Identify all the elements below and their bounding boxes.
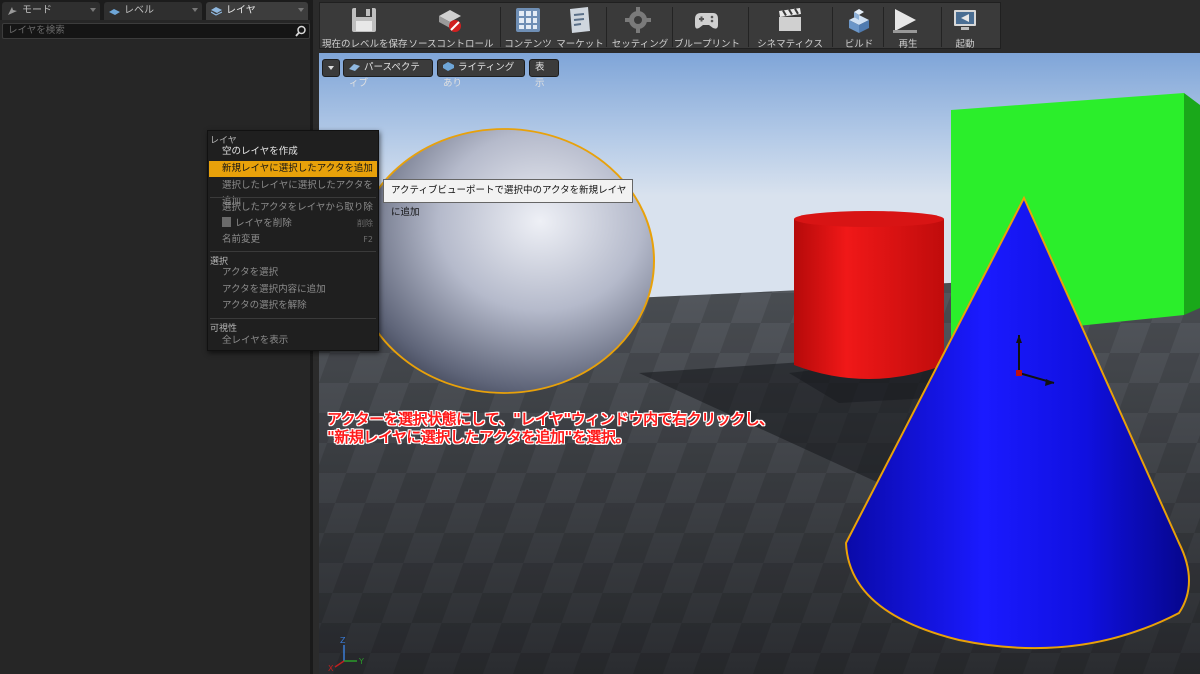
source-control-icon: [439, 10, 461, 32]
settings-icon: [625, 7, 651, 33]
menu-item-add-selected-to-selected-layer[interactable]: 選択したレイヤに選択したアクタを追加: [209, 178, 377, 207]
launch-label: 起動: [955, 39, 975, 50]
menu-item-delete-layer[interactable]: レイヤを削除 削除: [209, 216, 377, 232]
mode-icon: [8, 7, 17, 15]
red-cylinder[interactable]: [794, 211, 944, 379]
blueprint-icon: [695, 13, 718, 29]
annotation-line-2: "新規レイヤに選択したアクタを追加"を選択。: [327, 428, 630, 446]
tab-levels-menu-icon[interactable]: [192, 8, 198, 12]
viewport-scene[interactable]: Z Y X: [319, 53, 1200, 674]
viewport-options-button[interactable]: [322, 59, 340, 77]
annotation-line-1: アクターを選択状態にして、"レイヤ"ウィンドウ内で右クリックし、: [327, 410, 774, 428]
play-label: 再生: [898, 39, 918, 50]
toolbar-separator: [883, 7, 884, 47]
toolbar-separator: [672, 7, 673, 47]
menu-item-remove-selected-from-layers[interactable]: 選択したアクタをレイヤから取り除く: [209, 200, 377, 229]
toolbar-separator: [748, 7, 749, 47]
tab-modes-label: モード: [22, 5, 52, 16]
layers-context-menu: レイヤ 空のレイヤを作成 新規レイヤに選択したアクタを追加 選択したレイヤに選択…: [207, 130, 379, 351]
save-current-level-label: 現在のレベルを保存: [322, 39, 408, 50]
source-control-button[interactable]: ソースコントロール: [406, 3, 582, 50]
layer-icon: [211, 7, 222, 16]
search-icon[interactable]: [295, 25, 307, 37]
menu-divider: [210, 197, 376, 198]
marketplace-label: マーケット: [556, 39, 604, 50]
lighting-icon: [443, 62, 454, 71]
instruction-annotation: アクターを選択状態にして、"レイヤ"ウィンドウ内で右クリックし、 "新規レイヤに…: [327, 410, 774, 446]
cinematics-button[interactable]: シネマティクス: [750, 3, 830, 50]
level-icon: [109, 9, 120, 15]
layer-search-placeholder: レイヤを検索: [8, 25, 65, 36]
tab-modes-menu-icon[interactable]: [90, 8, 96, 12]
tab-levels-label: レベル: [124, 5, 154, 16]
menu-item-add-selected-to-new-layer[interactable]: 新規レイヤに選択したアクタを追加: [209, 161, 377, 177]
axis-y-label: Y: [358, 657, 364, 666]
blueprints-button[interactable]: ブループリント: [674, 3, 740, 50]
menu-item-rename[interactable]: 名前変更 F2: [209, 232, 377, 248]
menu-item-append-actors-to-selection[interactable]: アクタを選択内容に追加: [209, 282, 377, 298]
menu-item-show-all-layers[interactable]: 全レイヤを表示: [209, 333, 377, 349]
launch-icon: [954, 10, 976, 30]
cinematics-label: シネマティクス: [757, 39, 823, 50]
tab-layers-label: レイヤ: [226, 5, 256, 16]
menu-item-create-empty-layer[interactable]: 空のレイヤを作成: [209, 144, 377, 160]
tab-levels[interactable]: レベル: [104, 2, 202, 20]
settings-label: セッティング: [611, 39, 669, 50]
play-button[interactable]: 再生: [885, 3, 931, 50]
menu-divider: [210, 318, 376, 319]
main-toolbar: 現在のレベルを保存 ソースコントロール コンテンツ マーケット セッティング ブ…: [319, 2, 1001, 50]
save-icon: [352, 8, 376, 32]
show-label: 表示: [535, 62, 545, 89]
menu-item-deselect-actors[interactable]: アクタの選択を解除: [209, 298, 377, 314]
toolbar-separator: [606, 7, 607, 47]
toolbar-separator: [941, 7, 942, 47]
gray-sphere[interactable]: [353, 128, 655, 394]
blueprints-label: ブループリント: [674, 39, 740, 50]
axis-z-label: Z: [340, 636, 346, 645]
content-label: コンテンツ: [504, 39, 552, 50]
menu-item-tooltip: アクティブビューポートで選択中のアクタを新規レイヤに追加: [383, 179, 633, 218]
axis-x-label: X: [328, 664, 334, 673]
settings-button[interactable]: セッティング: [608, 3, 672, 50]
tab-layers[interactable]: レイヤ: [206, 2, 308, 20]
tab-layers-menu-icon[interactable]: [298, 8, 304, 12]
build-icon: [849, 9, 869, 33]
menu-item-rename-label: 名前変更: [222, 234, 261, 245]
tab-modes[interactable]: モード: [2, 2, 100, 20]
launch-button[interactable]: 起動: [943, 3, 987, 50]
menu-item-select-actors[interactable]: アクタを選択: [209, 265, 377, 281]
play-icon: [893, 9, 917, 33]
cinematics-icon: [779, 8, 801, 31]
delete-shortcut: 削除: [357, 219, 373, 228]
build-label: ビルド: [844, 39, 874, 50]
content-button[interactable]: コンテンツ: [502, 3, 554, 50]
source-control-label: ソースコントロール: [408, 39, 494, 50]
viewport-options-dropdown-icon: [328, 66, 334, 70]
menu-divider: [210, 251, 376, 252]
level-viewport[interactable]: Z Y X パースペクティブ ライティングあり 表示 アクターを選択状態にして、…: [319, 53, 1200, 674]
toolbar-separator: [500, 7, 501, 47]
perspective-icon: [349, 64, 360, 71]
panel-tab-bar: モード レベル レイヤ: [0, 0, 313, 20]
build-button[interactable]: ビルド: [834, 3, 884, 50]
show-flags-button[interactable]: 表示: [529, 59, 559, 89]
trash-icon: [222, 217, 231, 227]
perspective-button[interactable]: パースペクティブ: [343, 59, 433, 89]
rename-shortcut: F2: [363, 235, 373, 244]
save-current-level-button[interactable]: 現在のレベルを保存: [322, 3, 408, 50]
menu-item-delete-layer-label: レイヤを削除: [235, 218, 292, 229]
marketplace-icon: [570, 7, 590, 33]
layer-search-input[interactable]: レイヤを検索: [2, 23, 310, 39]
toolbar-separator: [832, 7, 833, 47]
lighting-mode-button[interactable]: ライティングあり: [437, 59, 525, 89]
content-icon: [516, 8, 540, 32]
marketplace-button[interactable]: マーケット: [554, 3, 606, 50]
